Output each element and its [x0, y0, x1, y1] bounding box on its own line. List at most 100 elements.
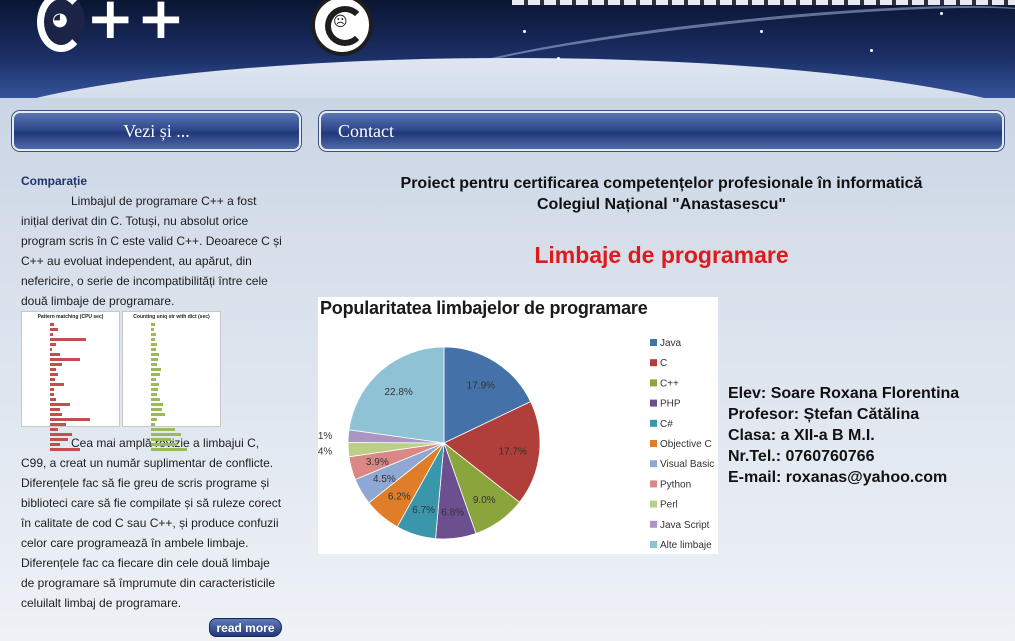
mini-chart-pattern-matching: Pattern matching (CPU sec): [21, 311, 120, 451]
read-more-button[interactable]: read more: [209, 618, 282, 637]
legend-swatch: [650, 480, 657, 488]
legend-swatch: [650, 520, 657, 528]
mini-chart-bar: [50, 353, 60, 356]
teacher-name: Profesor: Ștefan Cătălina: [728, 406, 920, 423]
legend-swatch: [650, 399, 657, 407]
mini-chart-bar: [50, 393, 54, 396]
pie-data-label: 2.4%: [318, 447, 332, 458]
legend-label: C#: [660, 419, 673, 430]
mini-chart-bar: [50, 428, 58, 431]
project-line: Proiect pentru certificarea competențelo…: [400, 175, 923, 192]
cpp-logo-pluses: ++: [86, 0, 188, 52]
comparison-charts-image: Pattern matching (CPU sec) Counting uniq…: [21, 311, 221, 451]
pie-chart: Popularitatea limbajelor de programare 1…: [318, 297, 718, 554]
mini-chart-bar: [151, 333, 156, 336]
mini-chart-bar: [50, 338, 86, 341]
pie-data-label: 17.7%: [499, 447, 527, 458]
mini-chart-bar: [50, 348, 52, 351]
legend-swatch: [650, 339, 657, 346]
mini-chart-bar: [50, 443, 60, 446]
mini-chart-bar: [151, 403, 163, 406]
legend-label: Visual Basic: [660, 459, 714, 470]
project-title: Proiect pentru certificarea competențelo…: [320, 173, 1003, 215]
mini-chart-bar: [151, 343, 157, 346]
legend-swatch: [650, 379, 657, 387]
class-name: Clasa: a XII-a B M.I.: [728, 427, 875, 444]
pie-data-label: 6.7%: [412, 505, 435, 516]
sad-face-icon: ☹: [333, 14, 348, 30]
mini-chart-counting: Counting uniq str with dict (sec): [122, 311, 221, 451]
pie-data-label: 6.2%: [388, 492, 411, 503]
legend-label: C: [660, 358, 667, 369]
mini-chart-bar: [50, 398, 56, 401]
pie-data-label: 17.9%: [467, 381, 495, 392]
student-name: Elev: Soare Roxana Florentina: [728, 385, 960, 402]
mini-chart-bar: [50, 358, 80, 361]
mini-chart-bar: [151, 388, 158, 391]
mini-chart-bar: [50, 343, 56, 346]
phone-number: Nr.Tel.: 0760760766: [728, 448, 875, 465]
legend-swatch: [650, 460, 657, 468]
star-icon: [523, 30, 526, 33]
mini-chart-bar: [50, 448, 80, 451]
sidebar-heading: Vezi și ...: [12, 111, 301, 151]
legend-label: Perl: [660, 500, 678, 511]
mini-chart-bar: [50, 378, 55, 381]
mini-chart-bar: [151, 338, 155, 341]
cpp-logo-c: ◕: [37, 0, 85, 52]
school-line: Colegiul Național "Anastasescu": [536, 196, 786, 213]
legend-label: PHP: [660, 399, 681, 410]
mini-chart-bar: [50, 423, 66, 426]
mini-chart-bar: [50, 363, 62, 366]
mini-chart-bar: [50, 388, 54, 391]
mini-chart-bar: [151, 428, 175, 431]
pie-data-label: 3.9%: [366, 457, 389, 468]
mini-chart-bar: [50, 403, 70, 406]
mini-chart-bar: [151, 323, 155, 326]
logo-face-icon: ◕: [52, 9, 68, 30]
mini-chart-bar: [151, 433, 181, 436]
mini-chart-bar: [151, 383, 159, 386]
star-icon: [760, 30, 763, 33]
pie-data-label: 9.0%: [473, 495, 496, 506]
header-top-strip: [512, 0, 1015, 5]
mini-chart-row: [125, 447, 218, 452]
mini-chart-bar: [151, 448, 187, 451]
mini-chart-bar: [50, 328, 58, 331]
mini-chart-bar: [151, 368, 161, 371]
legend-label: C++: [660, 378, 679, 389]
contact-info: Elev: Soare Roxana Florentina Profesor: …: [728, 383, 959, 488]
sidebar-paragraph: Cea mai amplă revizie a limbajui C, C99,…: [21, 436, 282, 610]
mini-chart-bar: [151, 378, 156, 381]
contact-heading: Contact: [319, 111, 1004, 151]
mini-chart-bar: [50, 333, 53, 336]
legend-swatch: [650, 440, 657, 447]
legend-label: Python: [660, 479, 691, 490]
mini-chart-bar: [151, 443, 177, 446]
mini-chart-bars: [24, 322, 117, 452]
sidebar: Comparație Limbajul de programare C++ a …: [21, 171, 283, 613]
mini-chart-bar: [151, 373, 160, 376]
email-address: E-mail: roxanas@yahoo.com: [728, 469, 948, 486]
mini-chart-bars: [125, 322, 218, 452]
mini-chart-bar: [151, 393, 157, 396]
legend-swatch: [650, 500, 657, 508]
legend-label: Objective C: [660, 439, 712, 450]
mini-chart-bar: [50, 368, 56, 371]
mini-chart-bar: [151, 348, 156, 351]
mini-chart-bar: [151, 423, 155, 426]
mini-chart-row: [24, 447, 117, 452]
pie-chart-svg: 17.9% 17.7% 9.0% 6.8% 6.7%6.2% 4.5% 3.9% 2.4% 2.…: [318, 338, 714, 551]
legend-label: Java Script: [660, 520, 710, 531]
star-icon: [870, 49, 873, 52]
mini-chart-bar: [151, 353, 159, 356]
legend-label: Alte limbaje: [660, 540, 712, 551]
mini-chart-bar: [50, 418, 90, 421]
sidebar-paragraph: Limbajul de programare C++ a fost iniția…: [21, 194, 282, 308]
pie-data-label: 4.5%: [373, 474, 396, 485]
mini-chart-bar: [151, 408, 162, 411]
site-header: ◕ ++ ☹: [0, 0, 1015, 98]
mini-chart-bar: [50, 383, 64, 386]
legend-swatch: [650, 419, 657, 427]
mini-chart-bar: [50, 433, 72, 436]
